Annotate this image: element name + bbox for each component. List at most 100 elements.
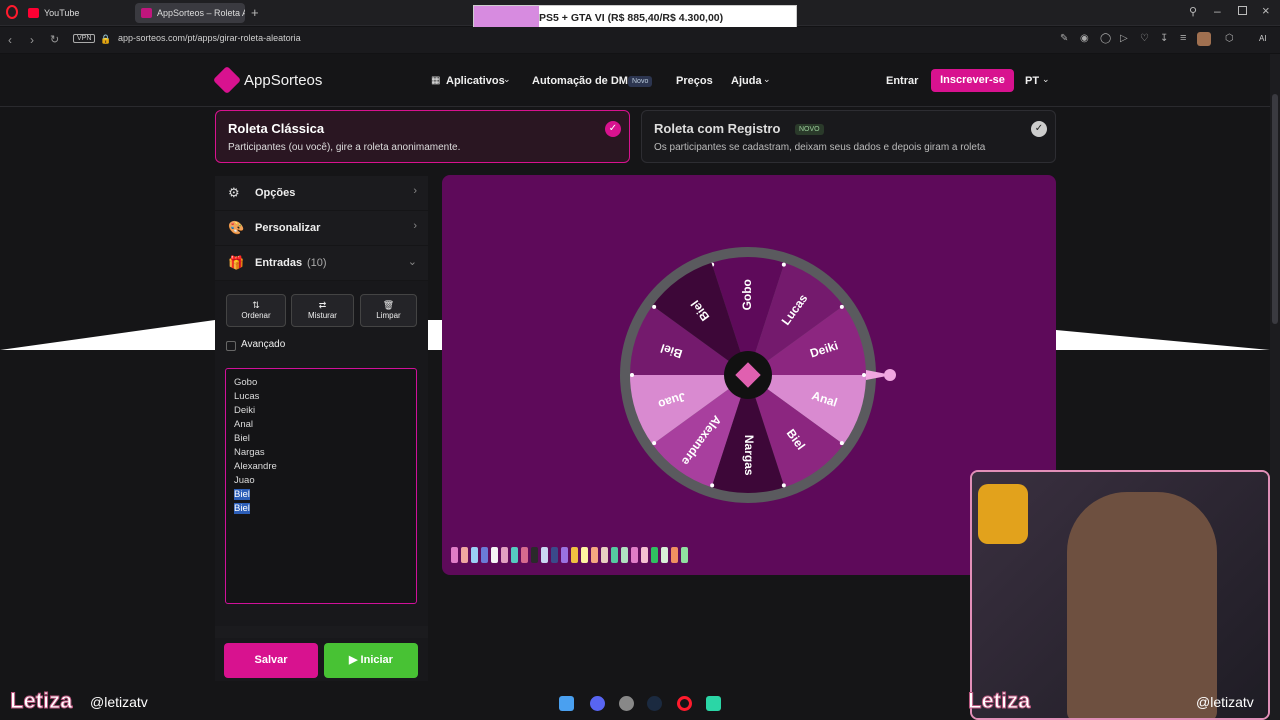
ai-button[interactable]: AI bbox=[1259, 34, 1267, 43]
nav-dm-automation[interactable]: Automação de DM bbox=[532, 75, 628, 87]
vpn-badge[interactable]: VPN bbox=[73, 34, 96, 43]
sidebar-entries[interactable]: 🎁 Entradas (10) ⌄ bbox=[215, 246, 428, 280]
sidebar-label: Entradas bbox=[255, 257, 303, 269]
sort-icon: ⇅ bbox=[252, 300, 260, 310]
color-swatch[interactable] bbox=[491, 547, 498, 563]
color-swatch[interactable] bbox=[621, 547, 628, 563]
steam-icon[interactable] bbox=[647, 696, 662, 711]
color-swatch[interactable] bbox=[631, 547, 638, 563]
page-scrollbar[interactable] bbox=[1270, 54, 1280, 720]
color-swatch[interactable] bbox=[611, 547, 618, 563]
sidebar-label: Opções bbox=[255, 187, 296, 199]
save-button[interactable]: Salvar bbox=[224, 643, 318, 678]
url-text[interactable]: app-sorteos.com/pt/apps/girar-roleta-ale… bbox=[118, 33, 301, 43]
color-swatch[interactable] bbox=[541, 547, 548, 563]
decorative-wave-right bbox=[1056, 330, 1270, 350]
color-swatch[interactable] bbox=[481, 547, 488, 563]
login-link[interactable]: Entrar bbox=[886, 75, 918, 87]
entry-line[interactable]: Biel bbox=[234, 502, 416, 516]
color-swatch[interactable] bbox=[581, 547, 588, 563]
sidebar-next-row-partial bbox=[215, 626, 428, 638]
opera-icon[interactable] bbox=[677, 696, 692, 711]
back-icon[interactable]: ‹ bbox=[8, 33, 12, 47]
sidebar-customize[interactable]: 🎨 Personalizar › bbox=[215, 211, 428, 245]
color-swatch[interactable] bbox=[461, 547, 468, 563]
advanced-checkbox[interactable] bbox=[226, 341, 236, 351]
nav-apps[interactable]: Aplicativos bbox=[446, 75, 505, 87]
sort-button[interactable]: ⇅ Ordenar bbox=[226, 294, 286, 327]
check-icon: ✓ bbox=[605, 121, 621, 137]
color-swatch[interactable] bbox=[501, 547, 508, 563]
search-tabs-icon[interactable]: ⚲ bbox=[1189, 5, 1197, 18]
entry-line[interactable]: Lucas bbox=[234, 390, 416, 404]
entry-line[interactable]: Deiki bbox=[234, 404, 416, 418]
entry-line[interactable]: Biel bbox=[234, 488, 416, 502]
color-swatch[interactable] bbox=[591, 547, 598, 563]
play-icon[interactable]: ▷ bbox=[1120, 33, 1128, 44]
menu-icon[interactable]: ≡ bbox=[1180, 32, 1186, 44]
mode-card-registered[interactable]: Roleta com Registro NOVO Os participante… bbox=[641, 110, 1056, 163]
color-swatch[interactable] bbox=[641, 547, 648, 563]
scrollbar-thumb[interactable] bbox=[1272, 94, 1278, 324]
tab-appsorteos[interactable]: AppSorteos – Roleta Alea bbox=[135, 3, 245, 23]
close-icon[interactable]: × bbox=[1262, 3, 1270, 18]
discord-icon[interactable] bbox=[590, 696, 605, 711]
webcam-overlay bbox=[970, 470, 1270, 720]
shuffle-button[interactable]: ⇄ Misturar bbox=[291, 294, 354, 327]
clear-button[interactable]: 🗑 Limpar bbox=[360, 294, 417, 327]
color-swatch[interactable] bbox=[531, 547, 538, 563]
gift-icon: 🎁 bbox=[228, 255, 245, 270]
chrome-icon[interactable] bbox=[619, 696, 634, 711]
start-button[interactable]: ▶ Iniciar bbox=[324, 643, 418, 678]
nav-prices[interactable]: Preços bbox=[676, 75, 713, 87]
spin-wheel[interactable]: Gobo LucasDeikiAnalBielNargasAlexandreJua… bbox=[442, 175, 1056, 575]
opera-logo-icon[interactable] bbox=[6, 5, 18, 19]
app-icon[interactable] bbox=[706, 696, 721, 711]
appsorteos-logo-icon[interactable] bbox=[212, 65, 242, 95]
color-swatch[interactable] bbox=[681, 547, 688, 563]
maximize-icon[interactable] bbox=[1238, 6, 1247, 15]
color-swatch[interactable] bbox=[451, 547, 458, 563]
entry-line[interactable]: Juao bbox=[234, 474, 416, 488]
color-swatch[interactable] bbox=[671, 547, 678, 563]
tab-youtube[interactable]: YouTube bbox=[22, 3, 130, 23]
mode-desc: Participantes (ou você), gire a roleta a… bbox=[228, 142, 461, 153]
color-swatch[interactable] bbox=[561, 547, 568, 563]
download-icon[interactable]: ↧ bbox=[1160, 33, 1168, 44]
color-swatch[interactable] bbox=[601, 547, 608, 563]
entry-line[interactable]: Anal bbox=[234, 418, 416, 432]
play-icon: ▶ bbox=[349, 654, 361, 666]
color-swatch[interactable] bbox=[521, 547, 528, 563]
minimize-icon[interactable]: – bbox=[1214, 4, 1221, 18]
color-swatch[interactable] bbox=[661, 547, 668, 563]
color-swatch[interactable] bbox=[511, 547, 518, 563]
mode-card-classic[interactable]: Roleta Clássica Participantes (ou você),… bbox=[215, 110, 630, 163]
new-tab-button[interactable]: + bbox=[251, 5, 259, 20]
forward-icon[interactable]: › bbox=[30, 33, 34, 47]
edit-icon[interactable]: ✎ bbox=[1060, 33, 1068, 44]
color-swatch[interactable] bbox=[471, 547, 478, 563]
wheel-peg bbox=[652, 304, 657, 309]
logo-text[interactable]: AppSorteos bbox=[244, 72, 322, 89]
entry-line[interactable]: Alexandre bbox=[234, 460, 416, 474]
reload-icon[interactable]: ↻ bbox=[50, 33, 59, 47]
color-swatch[interactable] bbox=[551, 547, 558, 563]
entry-line[interactable]: Gobo bbox=[234, 376, 416, 390]
nav-help[interactable]: Ajuda bbox=[731, 75, 762, 87]
color-swatch[interactable] bbox=[651, 547, 658, 563]
color-swatch[interactable] bbox=[571, 547, 578, 563]
signup-button[interactable]: Inscrever-se bbox=[931, 69, 1014, 92]
profile-avatar-icon[interactable] bbox=[1197, 32, 1211, 46]
entry-text: Biel bbox=[234, 433, 250, 444]
camera-icon[interactable]: ◉ bbox=[1080, 33, 1089, 44]
windows-start-icon[interactable] bbox=[559, 696, 574, 711]
shield-icon[interactable]: ◯ bbox=[1100, 33, 1111, 44]
entry-line[interactable]: Biel bbox=[234, 432, 416, 446]
entry-line[interactable]: Nargas bbox=[234, 446, 416, 460]
extension-icon[interactable]: ⬡ bbox=[1225, 33, 1234, 44]
sidebar-options[interactable]: ⚙ Opções › bbox=[215, 176, 428, 210]
heart-icon[interactable]: ♡ bbox=[1140, 33, 1149, 44]
language-select[interactable]: PT bbox=[1025, 75, 1039, 87]
decorative-wave-left bbox=[0, 320, 215, 350]
entries-textarea[interactable]: Gobo Lucas Deiki Anal Biel Nargas Alexandre Jua… bbox=[225, 368, 417, 604]
